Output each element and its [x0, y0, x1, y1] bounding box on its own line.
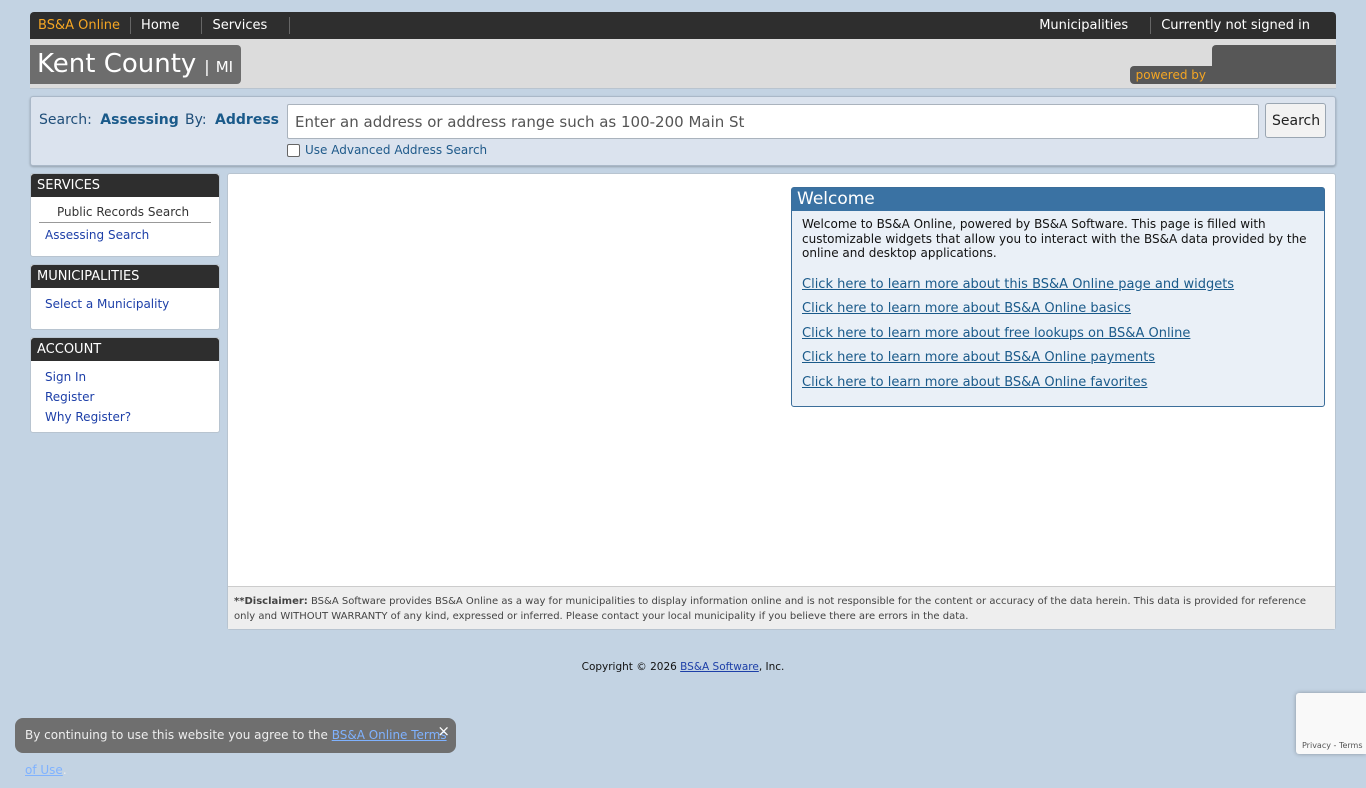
- powered-by-label: powered by: [1129, 66, 1212, 84]
- toast-end: .: [62, 763, 67, 777]
- disclaimer-text: BS&A Software provides BS&A Online as a …: [234, 596, 1306, 622]
- advanced-search-option[interactable]: Use Advanced Address Search: [287, 143, 487, 157]
- signin-status[interactable]: Currently not signed in: [1151, 17, 1336, 34]
- advanced-search-checkbox[interactable]: [287, 143, 300, 157]
- learn-basics-link[interactable]: Click here to learn more about BS&A Onli…: [802, 297, 1314, 322]
- register-link[interactable]: Register: [31, 387, 219, 407]
- search-type-value[interactable]: Assessing: [100, 112, 178, 128]
- nav-municipalities[interactable]: Municipalities: [1029, 17, 1152, 34]
- top-nav-bar: BS&A Online Home Services Municipalities…: [30, 12, 1336, 39]
- recaptcha-privacy[interactable]: Privacy: [1302, 741, 1331, 750]
- county-separator: |: [204, 57, 210, 76]
- search-button[interactable]: Search: [1265, 103, 1326, 138]
- close-icon[interactable]: ×: [437, 714, 450, 749]
- municipalities-heading: MUNICIPALITIES: [31, 265, 219, 288]
- page-header: Kent County | MI powered by: [30, 39, 1336, 89]
- welcome-links: Click here to learn more about this BS&A…: [792, 261, 1324, 396]
- county-state: MI: [215, 58, 234, 76]
- search-by-selector[interactable]: By: Address: [185, 112, 279, 128]
- welcome-text: Welcome to BS&A Online, powered by BS&A …: [802, 217, 1307, 260]
- disclaimer-label: **Disclaimer:: [234, 596, 308, 607]
- bsa-software-link[interactable]: BS&A Software: [680, 661, 759, 673]
- account-box: ACCOUNT Sign In Register Why Register?: [30, 337, 220, 433]
- vendor-logo[interactable]: [1212, 45, 1336, 84]
- nav-home[interactable]: Home: [131, 17, 203, 34]
- welcome-title: Welcome: [792, 188, 1324, 211]
- learn-widgets-link[interactable]: Click here to learn more about this BS&A…: [802, 273, 1314, 298]
- recaptcha-terms[interactable]: Terms: [1339, 741, 1363, 750]
- services-heading: SERVICES: [31, 174, 219, 197]
- search-panel: Search: Assessing By: Address Search Use…: [30, 96, 1336, 166]
- copyright: Copyright © 2026 BS&A Software, Inc.: [0, 661, 1366, 673]
- recaptcha-links: Privacy - Terms: [1302, 741, 1363, 750]
- terms-toast: By continuing to use this website you ag…: [15, 718, 456, 777]
- learn-favorites-link[interactable]: Click here to learn more about BS&A Onli…: [802, 371, 1314, 396]
- sign-in-link[interactable]: Sign In: [31, 367, 219, 387]
- search-by-value[interactable]: Address: [215, 112, 279, 128]
- toast-text: By continuing to use this website you ag…: [25, 728, 332, 742]
- public-records-heading: Public Records Search: [39, 203, 211, 223]
- brand-link[interactable]: BS&A Online: [30, 17, 132, 34]
- disclaimer: **Disclaimer: BS&A Software provides BS&…: [228, 586, 1335, 629]
- main-content: Welcome Welcome to BS&A Online, powered …: [227, 173, 1336, 630]
- county-name: Kent County: [37, 49, 197, 79]
- select-municipality-link[interactable]: Select a Municipality: [31, 294, 219, 314]
- services-box: SERVICES Public Records Search Assessing…: [30, 173, 220, 257]
- county-title: Kent County | MI: [30, 45, 242, 84]
- learn-payments-link[interactable]: Click here to learn more about BS&A Onli…: [802, 346, 1314, 371]
- address-search-input[interactable]: [287, 104, 1259, 139]
- copyright-prefix: Copyright © 2026: [581, 661, 681, 673]
- search-label: Search:: [39, 112, 92, 128]
- account-heading: ACCOUNT: [31, 338, 219, 361]
- recaptcha-sep: -: [1330, 741, 1339, 750]
- account-links: Sign In Register Why Register?: [31, 367, 219, 427]
- learn-free-lookups-link[interactable]: Click here to learn more about free look…: [802, 322, 1314, 347]
- municipalities-box: MUNICIPALITIES Select a Municipality: [30, 264, 220, 330]
- copyright-suffix: , Inc.: [758, 661, 785, 673]
- why-register-link[interactable]: Why Register?: [31, 407, 219, 427]
- recaptcha-badge[interactable]: Privacy - Terms: [1296, 693, 1366, 754]
- search-type-selector[interactable]: Search: Assessing: [39, 112, 179, 128]
- nav-services[interactable]: Services: [202, 17, 291, 34]
- by-label: By:: [185, 112, 207, 128]
- welcome-widget: Welcome Welcome to BS&A Online, powered …: [791, 187, 1325, 407]
- assessing-search-link[interactable]: Assessing Search: [31, 225, 219, 245]
- advanced-search-label[interactable]: Use Advanced Address Search: [305, 143, 487, 157]
